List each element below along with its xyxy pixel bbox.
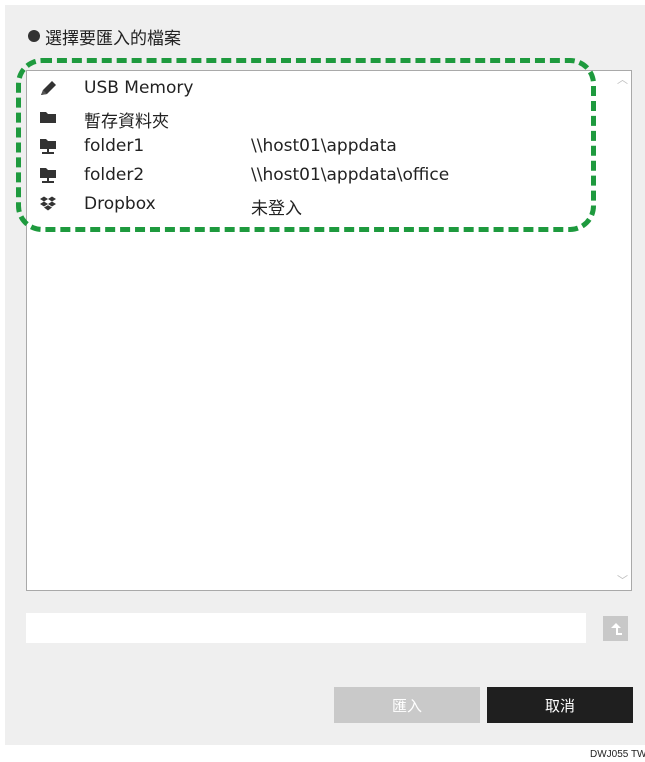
bullet-icon [28, 30, 40, 42]
dialog-title: 選擇要匯入的檔案 [45, 28, 181, 49]
path-input[interactable] [26, 613, 586, 643]
network-folder-icon [40, 168, 56, 183]
file-list[interactable]: USB Memory 暫存資料夾 folder1 \\host01\appdat… [26, 70, 632, 591]
scroll-up-icon[interactable]: ︿ [617, 74, 628, 85]
list-item-folder1[interactable]: folder1 \\host01\appdata [27, 132, 587, 160]
import-button[interactable]: 匯入 [334, 687, 480, 723]
list-item-name: 暫存資料夾 [84, 112, 169, 132]
list-item-usb-memory[interactable]: USB Memory [27, 74, 587, 102]
list-item-path: \\host01\appdata\office [251, 165, 450, 185]
list-item-folder2[interactable]: folder2 \\host01\appdata\office [27, 161, 587, 189]
up-arrow-icon [610, 622, 622, 635]
network-folder-icon [40, 139, 56, 154]
list-item-path: 未登入 [251, 199, 302, 219]
cancel-button[interactable]: 取消 [487, 687, 633, 723]
parent-folder-button[interactable] [603, 616, 628, 641]
list-item-name: folder1 [84, 136, 145, 156]
list-scrollbar[interactable]: ︿ ﹀ [615, 71, 631, 590]
list-item-dropbox[interactable]: Dropbox 未登入 [27, 190, 587, 219]
list-item-name: USB Memory [84, 78, 194, 98]
list-item-name: folder2 [84, 165, 145, 185]
list-item-name: Dropbox [84, 194, 156, 214]
figure-code: DWJ055 TW [590, 749, 645, 760]
usb-pen-icon [41, 81, 56, 95]
dialog-header: 選擇要匯入的檔案 [22, 22, 181, 50]
scroll-down-icon[interactable]: ﹀ [617, 575, 628, 586]
folder-icon [40, 112, 56, 123]
dropbox-icon [40, 196, 56, 211]
list-item-path: \\host01\appdata [251, 136, 397, 156]
list-item-temp-folder[interactable]: 暫存資料夾 [27, 103, 587, 132]
